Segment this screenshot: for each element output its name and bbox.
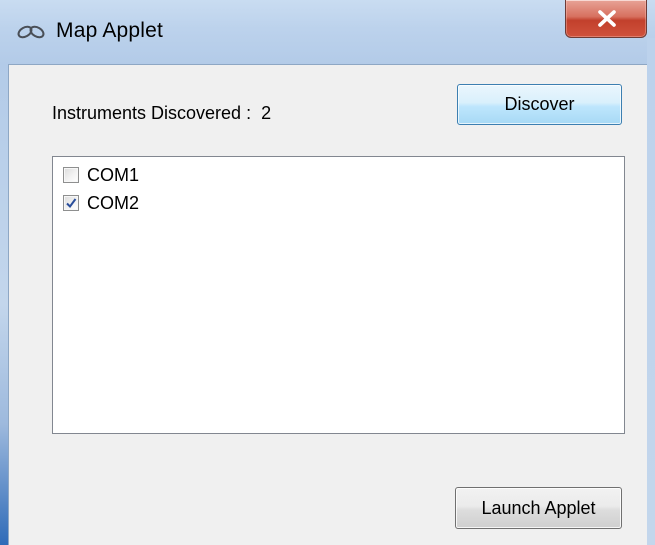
com2-checkbox[interactable]	[63, 195, 79, 211]
window-frame-left	[0, 64, 8, 545]
list-item-com1[interactable]: COM1	[63, 163, 139, 187]
checkmark-icon	[66, 198, 77, 209]
list-item-com2[interactable]: COM2	[63, 191, 139, 215]
title-bar[interactable]: Map Applet	[0, 0, 655, 64]
list-item-label: COM1	[87, 164, 140, 185]
window-title: Map Applet	[56, 19, 164, 42]
close-button[interactable]	[565, 0, 647, 38]
instruments-discovered-count: 2	[261, 103, 272, 123]
window-frame-right	[647, 38, 655, 545]
map-applet-window: Map Applet Instruments Discovered : 2 Dis…	[0, 0, 655, 545]
com1-checkbox[interactable]	[63, 167, 79, 183]
launch-applet-button[interactable]: Launch Applet	[455, 487, 622, 529]
instrument-list[interactable]: COM1 COM2	[52, 156, 625, 434]
discover-button[interactable]: Discover	[457, 84, 622, 125]
instruments-discovered-text: Instruments Discovered :	[52, 103, 252, 123]
close-icon	[598, 10, 616, 27]
instruments-discovered-label: Instruments Discovered : 2	[52, 103, 271, 124]
list-item-label: COM2	[87, 192, 140, 213]
link-chain-icon	[16, 24, 46, 40]
